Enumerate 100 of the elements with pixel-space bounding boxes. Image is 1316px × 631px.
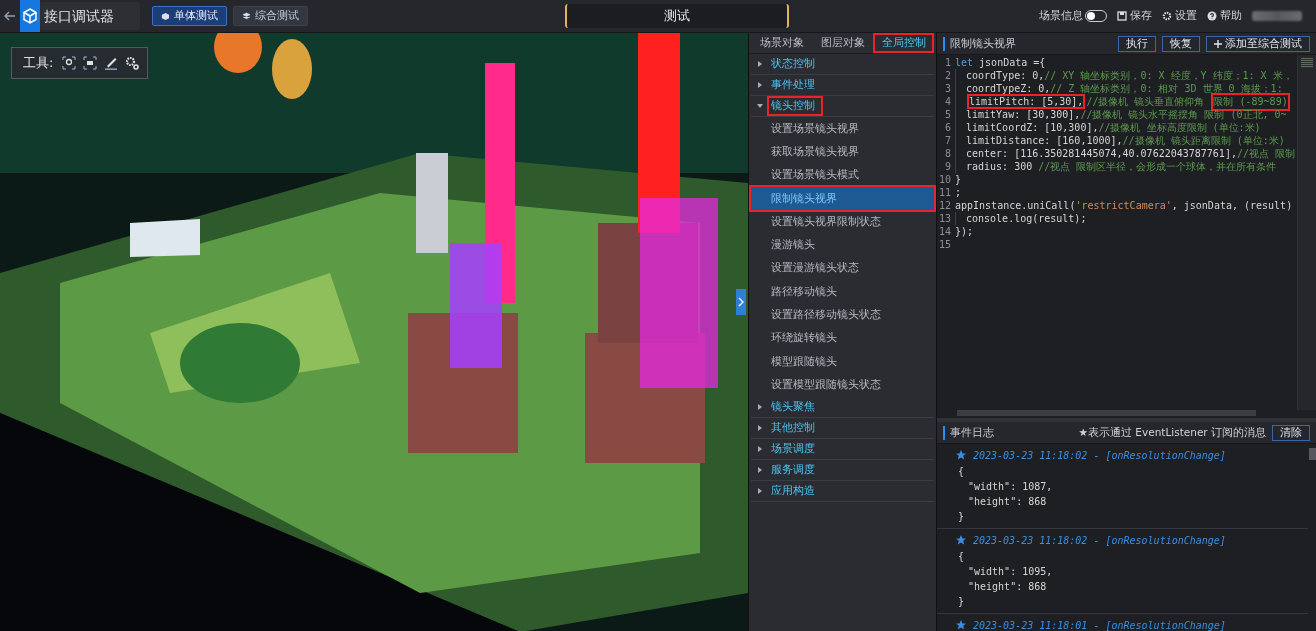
code-comment: // XY 轴坐标类别，0: X 经度，Y 纬度；1: X 米，	[1044, 68, 1293, 83]
line-number: 6	[943, 122, 951, 133]
settings-button[interactable]: 设置	[1162, 9, 1197, 23]
tree-item[interactable]: 设置漫游镜头状态	[751, 256, 934, 281]
code-comment: //摄像机 镜头水平摇摆角 限制 (0正北, 0~	[1080, 107, 1287, 122]
code-text: radius: 300	[966, 161, 1034, 172]
tree-item[interactable]: 漫游镜头	[751, 233, 934, 257]
code-comment: //摄像机 镜头距离限制 (单位:米)	[1122, 133, 1285, 148]
log-title: 事件日志	[943, 425, 1073, 440]
mode-tab[interactable]: 单体测试	[152, 6, 227, 26]
log-entry-header: 2023-03-23 11:18:02 - [onResolutionChange]	[973, 534, 1226, 546]
settings-icon	[1162, 11, 1172, 21]
line-number: 11	[937, 187, 951, 198]
code-text: coordTypeZ: 0,	[966, 83, 1051, 94]
code-text: , jsonData, (result)	[1171, 200, 1293, 211]
code-text: limitDistance: [160,1000],	[966, 135, 1123, 146]
tree-group[interactable]: 应用构造	[751, 480, 934, 502]
app-title: 接口调试器	[40, 2, 140, 30]
code-comment: //视点 限制	[1236, 146, 1295, 161]
tree-item[interactable]: 模型跟随镜头	[751, 349, 934, 374]
frame-icon[interactable]	[83, 56, 98, 70]
pen-icon[interactable]	[104, 56, 119, 70]
scrollbar[interactable]	[957, 410, 1256, 416]
tree-group[interactable]: 服务调度	[751, 459, 934, 481]
tree-item[interactable]: 路径移动镜头	[751, 280, 934, 304]
code-text: });	[955, 226, 974, 237]
log-body-line: "height": 868	[967, 495, 1048, 509]
cube-icon	[22, 8, 38, 24]
add-button[interactable]: 添加至综合测试	[1206, 35, 1310, 52]
tree-item[interactable]: 设置模型跟随镜头状态	[751, 373, 934, 397]
star-icon	[955, 449, 967, 461]
tree-group[interactable]: 场景调度	[751, 438, 934, 460]
line-number: 12	[937, 200, 951, 211]
line-number: 8	[943, 148, 951, 159]
code-comment: //视点 限制区半径，会形成一个球体，并在所有条件	[1038, 159, 1277, 174]
cube-icon	[161, 11, 170, 21]
settings-icon[interactable]	[125, 56, 140, 70]
line-number: 15	[937, 239, 951, 250]
line-number: 2	[943, 70, 951, 81]
code-text: center: [116.350281445074,40.07622043787761],	[966, 148, 1237, 159]
log-body-line: }	[957, 510, 966, 524]
code-text: console.log(result);	[966, 213, 1087, 224]
star-icon	[955, 534, 967, 546]
code-comment: //摄像机 镜头垂直俯仰角	[1086, 94, 1206, 109]
plus-icon	[1214, 39, 1222, 48]
tree-item[interactable]: 获取场景镜头视界	[751, 140, 934, 164]
log-body-line: "height": 868	[967, 580, 1048, 594]
code-text: ;	[955, 187, 962, 198]
code-text: let	[955, 57, 974, 68]
action-button[interactable]: 恢复	[1162, 35, 1200, 52]
save-button[interactable]: 保存	[1117, 9, 1152, 23]
line-number: 7	[943, 135, 951, 146]
tree-group[interactable]: 镜头控制	[751, 96, 934, 117]
help-button[interactable]: 帮助	[1207, 9, 1242, 23]
line-number: 14	[937, 226, 951, 237]
back-arrow-icon	[4, 11, 16, 21]
code-comment: //摄像机 坐标高度限制 (单位:米)	[1098, 120, 1261, 135]
line-number: 13	[937, 213, 951, 224]
layers-icon	[242, 11, 251, 21]
tree-item[interactable]: 设置路径移动镜头状态	[751, 303, 934, 327]
mode-tab[interactable]: 综合测试	[233, 6, 308, 26]
code-text: limitYaw: [30,300],	[966, 109, 1081, 120]
locate-icon[interactable]	[62, 56, 77, 70]
tree-item[interactable]: 环绕旋转镜头	[751, 326, 934, 350]
tools-label: 工具:	[23, 54, 54, 72]
line-number: 3	[943, 83, 951, 94]
star-icon	[955, 619, 967, 631]
scene-info-label: 场景信息	[1039, 9, 1083, 23]
scrollbar[interactable]	[1309, 448, 1316, 460]
log-body-line: {	[957, 550, 966, 564]
panel-tab[interactable]: 全局控制	[873, 33, 934, 53]
tree-item[interactable]: 设置场景镜头视界	[751, 117, 934, 141]
line-number: 5	[943, 109, 951, 120]
log-body-line: "width": 1095,	[967, 565, 1054, 579]
collapse-button[interactable]	[736, 289, 746, 315]
line-number: 10	[937, 174, 951, 185]
clear-button[interactable]: 清除	[1272, 424, 1310, 441]
line-number: 9	[943, 161, 951, 172]
tree-group[interactable]: 其他控制	[751, 417, 934, 439]
panel-tab[interactable]: 图层对象	[812, 33, 873, 53]
chevron-icon	[738, 297, 744, 307]
tree-group[interactable]: 镜头聚焦	[751, 396, 934, 418]
tree-item[interactable]: 限制镜头视界	[751, 186, 934, 211]
code-comment: 限制 (-89~89)	[1213, 94, 1288, 109]
panel-tab[interactable]: 场景对象	[751, 33, 812, 53]
tree-item[interactable]: 设置镜头视界限制状态	[751, 210, 934, 234]
log-body-line: {	[957, 465, 966, 479]
code-text: }	[955, 174, 962, 185]
code-text: appInstance.uniCall(	[955, 200, 1076, 211]
code-text: limitPitch: [5,30],	[969, 96, 1084, 107]
code-text: coordType: 0,	[966, 70, 1045, 81]
tree-group[interactable]: 状态控制	[751, 54, 934, 75]
line-number: 4	[943, 96, 951, 107]
code-comment: // Z 轴坐标类别，0: 相对 3D 世界 0 海拔；1:	[1050, 81, 1283, 96]
tree-group[interactable]: 事件处理	[751, 75, 934, 96]
action-button[interactable]: 执行	[1118, 35, 1156, 52]
save-icon	[1117, 11, 1127, 21]
log-body-line: }	[957, 595, 966, 609]
tree-item[interactable]: 设置场景镜头模式	[751, 163, 934, 187]
log-entry-header: 2023-03-23 11:18:02 - [onResolutionChange]	[973, 449, 1226, 461]
